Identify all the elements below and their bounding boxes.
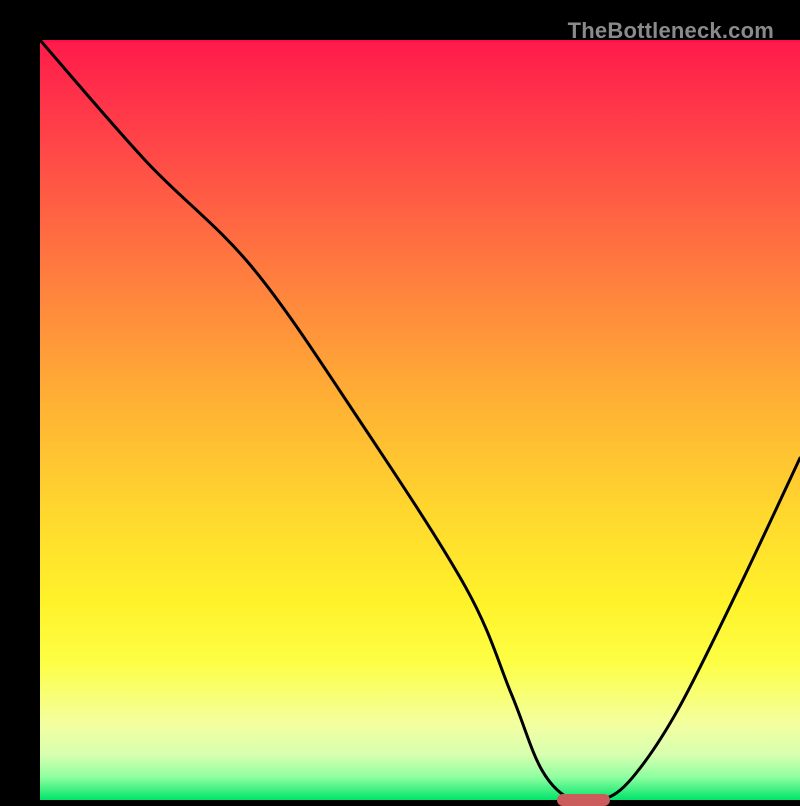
chart-frame: TheBottleneck.com <box>20 20 780 780</box>
bottleneck-curve <box>40 40 800 800</box>
plot-area <box>40 40 800 800</box>
watermark-text: TheBottleneck.com <box>568 18 774 44</box>
optimal-range-marker <box>557 794 610 806</box>
